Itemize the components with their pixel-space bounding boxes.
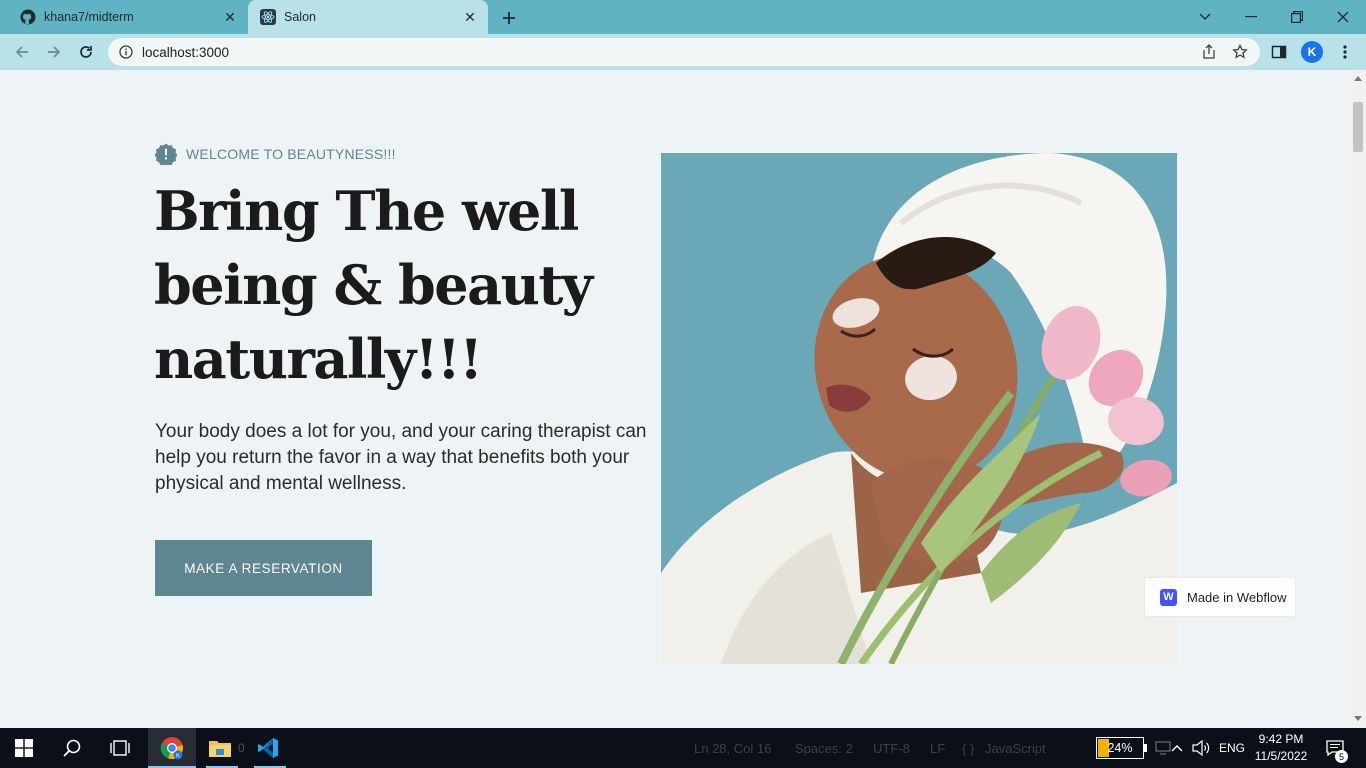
restore-button[interactable] (1274, 0, 1320, 34)
reload-icon (80, 46, 92, 58)
task-view-icon (110, 740, 130, 756)
arrow-left-icon (15, 46, 28, 58)
address-bar[interactable]: localhost:3000 (108, 38, 1260, 66)
headline-line: being & beauty (154, 253, 593, 317)
more-vert-icon (1343, 45, 1347, 59)
share-icon (1203, 44, 1215, 59)
salon-page: WELCOME TO BEAUTYNESS!!! Bring The well … (0, 70, 1350, 728)
plus-icon (503, 12, 515, 24)
new-tab-button[interactable] (498, 7, 520, 29)
hero-description: Your body does a lot for you, and your c… (155, 421, 647, 494)
webflow-logo-icon: W (1160, 588, 1177, 606)
windows-logo-icon (15, 739, 33, 757)
clock-time: 9:42 PM (1258, 732, 1304, 746)
welcome-eyebrow: WELCOME TO BEAUTYNESS!!! (155, 143, 396, 165)
reload-button[interactable] (73, 39, 99, 65)
close-window-button[interactable] (1320, 0, 1366, 34)
star-icon (1232, 44, 1248, 59)
eyebrow-text: WELCOME TO BEAUTYNESS!!! (186, 146, 396, 162)
side-panel-icon (1271, 45, 1287, 59)
hero-headline: Bring The well being & beauty naturally!… (154, 174, 624, 396)
github-icon (20, 9, 36, 25)
search-icon (63, 739, 81, 757)
vscode-cursor-position: Ln 28, Col 16 (694, 740, 772, 756)
minimize-button[interactable] (1228, 0, 1274, 34)
taskbar-chrome[interactable]: K (148, 728, 196, 768)
input-language[interactable]: ENG (1219, 728, 1245, 768)
search-button[interactable] (48, 728, 96, 768)
chrome-icon: K (160, 737, 183, 760)
browser-menu-button[interactable] (1332, 39, 1358, 65)
scrollbar-thumb[interactable] (1353, 102, 1363, 152)
tab-github[interactable]: khana7/midterm ✕ (8, 0, 248, 34)
tab-close-icon[interactable]: ✕ (220, 7, 240, 27)
page-scrollbar[interactable] (1350, 70, 1366, 728)
task-view-button[interactable] (96, 728, 144, 768)
tab-search-button[interactable] (1182, 0, 1228, 34)
tab-close-icon[interactable]: ✕ (460, 7, 480, 27)
vscode-language: JavaScript (985, 740, 1046, 756)
tab-salon[interactable]: Salon ✕ (248, 0, 488, 34)
taskbar-vscode[interactable] (244, 728, 292, 768)
close-icon (1337, 11, 1349, 23)
back-button[interactable] (9, 39, 35, 65)
tab-title: khana7/midterm (44, 10, 134, 24)
scroll-down-arrow-icon[interactable] (1354, 716, 1362, 721)
volume-icon[interactable] (1189, 728, 1213, 768)
profile-avatar[interactable]: K (1301, 41, 1323, 63)
taskbar-clock[interactable]: 9:42 PM 11/5/2022 (1252, 731, 1310, 765)
forward-button[interactable] (41, 39, 67, 65)
taskbar-file-explorer[interactable]: 0 (196, 728, 245, 768)
tab-title: Salon (284, 10, 316, 24)
browser-toolbar: localhost:3000 K (0, 34, 1366, 70)
action-center-button[interactable] (1318, 728, 1352, 768)
battery-icon (1144, 744, 1147, 752)
minimize-icon (1245, 16, 1257, 18)
svg-text:K: K (176, 754, 180, 760)
folder-icon (209, 741, 231, 757)
vscode-icon (258, 738, 278, 758)
clock-date: 11/5/2022 (1254, 749, 1308, 763)
make-reservation-button[interactable]: MAKE A RESERVATION (155, 540, 372, 596)
made-in-webflow-badge[interactable]: W Made in Webflow (1145, 578, 1295, 616)
show-hidden-icons-chevron-up-icon[interactable] (1166, 728, 1188, 768)
hero-photo (661, 153, 1177, 664)
info-icon[interactable] (119, 45, 133, 59)
notification-count-badge: 5 (1335, 750, 1348, 763)
side-panel-button[interactable] (1266, 39, 1292, 65)
url-text[interactable]: localhost:3000 (142, 45, 229, 60)
share-button[interactable] (1196, 38, 1222, 66)
arrow-right-icon (48, 46, 61, 58)
vscode-indentation: Spaces: 2 (795, 740, 853, 756)
webflow-badge-label: Made in Webflow (1187, 589, 1287, 605)
braces-icon: { } (962, 740, 975, 756)
vscode-encoding: UTF-8 (873, 740, 910, 756)
react-icon (260, 9, 276, 25)
scroll-up-arrow-icon[interactable] (1354, 76, 1362, 81)
battery-indicator[interactable]: 24% (1096, 737, 1144, 759)
battery-percent: 24% (1107, 741, 1133, 755)
restore-icon (1291, 11, 1303, 23)
start-button[interactable] (0, 728, 48, 768)
browser-tab-strip: khana7/midterm ✕ Salon ✕ (0, 0, 1366, 34)
chevron-down-icon (1199, 13, 1211, 20)
headline-line: naturally!!! (154, 327, 483, 391)
vscode-eol: LF (930, 740, 946, 756)
headline-line: Bring The well (154, 179, 579, 243)
alert-badge-icon (155, 143, 177, 165)
bookmark-button[interactable] (1227, 38, 1253, 66)
